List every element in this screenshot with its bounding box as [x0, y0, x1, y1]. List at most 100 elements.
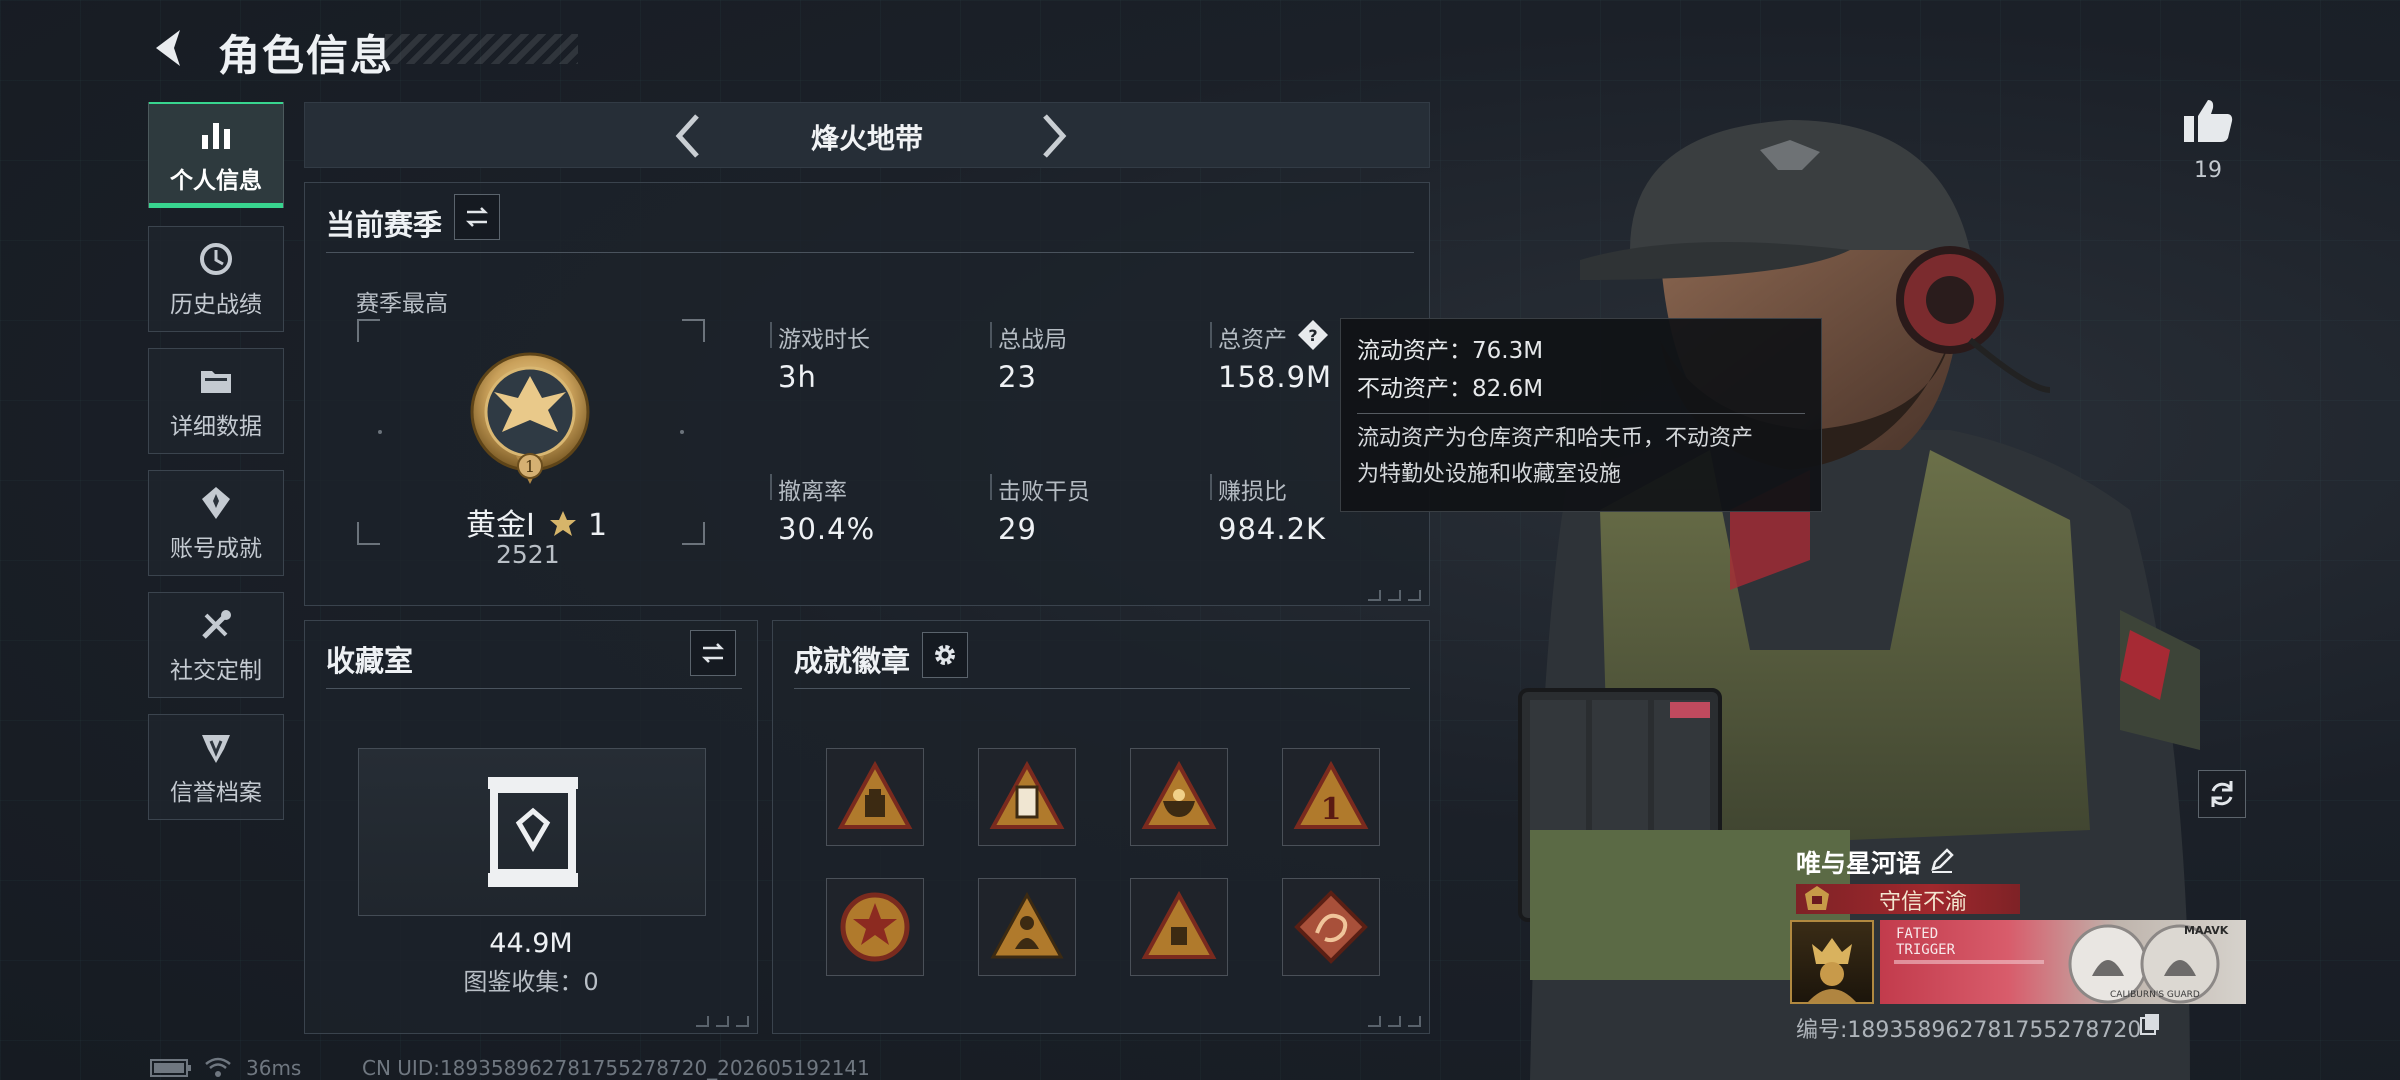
badge-slot-2[interactable]	[978, 748, 1076, 846]
divider	[326, 688, 742, 689]
nav-item-label: 账号成就	[170, 536, 262, 562]
badge-cube-icon	[1141, 890, 1217, 959]
stat-label-kills: 击败干员	[998, 479, 1090, 505]
tools-icon	[202, 610, 231, 639]
back-button[interactable]	[148, 24, 192, 72]
question-icon: ?	[1298, 320, 1328, 350]
card-label-line2: TRIGGER	[1896, 942, 1956, 958]
copy-id-button[interactable]	[2138, 1012, 2162, 1036]
display-case-icon	[488, 777, 578, 887]
badge-bowl-icon	[1141, 760, 1217, 829]
edit-name-button[interactable]	[1928, 846, 1956, 874]
badge-slot-4[interactable]: 1	[1282, 748, 1380, 846]
player-name: 唯与星河语	[1796, 849, 1922, 878]
svg-text:1: 1	[1321, 792, 1342, 827]
like-count: 19	[2194, 158, 2222, 183]
nav-item-label: 历史战绩	[170, 292, 262, 318]
nav-item-detailed-data[interactable]: 详细数据	[148, 348, 284, 454]
stat-marker	[990, 474, 992, 500]
badge-slot-7[interactable]	[1130, 878, 1228, 976]
badge-slot-3[interactable]	[1130, 748, 1228, 846]
nav-item-personal-info[interactable]: 个人信息	[148, 102, 284, 208]
card-label-caption: CALIBURN'S GUARD	[2110, 990, 2200, 1000]
refresh-icon	[2211, 781, 2233, 807]
badge-star-shield-icon	[840, 892, 910, 962]
thumbs-up-icon	[2184, 100, 2233, 142]
nav-item-reputation[interactable]: 信誉档案	[148, 714, 284, 820]
stat-marker	[770, 322, 772, 348]
season-title: 当前赛季	[326, 208, 443, 242]
stat-value-profit-ratio: 984.2K	[1218, 512, 1327, 546]
divider	[326, 252, 1414, 253]
pencil-icon	[1931, 848, 1954, 873]
swap-icon	[465, 207, 489, 227]
badge-slot-6[interactable]	[978, 878, 1076, 976]
stat-marker	[770, 474, 772, 500]
stat-value-kills: 29	[998, 512, 1037, 546]
stat-label-matches: 总战局	[998, 327, 1067, 353]
badge-dragon-icon	[1294, 890, 1368, 964]
player-title: 守信不渝	[1878, 890, 1967, 915]
page-title: 角色信息	[218, 31, 395, 80]
badges-settings-button[interactable]	[922, 632, 968, 678]
achievement-icon	[202, 487, 230, 519]
folder-icon	[201, 371, 231, 393]
card-label-brand: MAAVK	[2184, 924, 2229, 937]
chevron-right-icon	[1043, 114, 1067, 158]
card-avatar-frame	[1790, 920, 1874, 1004]
season-best-label: 赛季最高	[356, 291, 448, 317]
rank-level-numeral: 1	[525, 457, 535, 476]
refresh-button[interactable]	[2198, 770, 2246, 818]
tooltip-desc-line2: 为特勤处设施和收藏室设施	[1357, 462, 1622, 487]
battery-icon	[150, 1059, 191, 1077]
stat-marker	[1210, 474, 1212, 500]
stat-value-matches: 23	[998, 360, 1037, 394]
assets-tooltip: 流动资产：76.3M 不动资产：82.6M 流动资产为仓库资产和哈夫币，不动资产…	[1340, 318, 1822, 512]
nav-item-label: 社交定制	[170, 658, 262, 684]
tooltip-liquid-assets: 流动资产：76.3M	[1357, 338, 1544, 364]
copy-icon	[2140, 1014, 2159, 1035]
gear-icon	[935, 645, 955, 665]
rank-name-text: 黄金Ⅰ	[466, 508, 535, 543]
rank-emblem-icon: 1	[470, 352, 590, 484]
corner-decor	[1368, 590, 1421, 601]
swap-icon	[701, 643, 725, 663]
nav-item-history[interactable]: 历史战绩	[148, 226, 284, 332]
vault-preview[interactable]	[358, 748, 706, 916]
uid-text: CN UID:1893589627817552787​20_2026051921…	[362, 1056, 870, 1080]
mode-name: 烽火地带	[810, 122, 923, 155]
collection-switch-button[interactable]	[690, 630, 736, 676]
wifi-icon	[205, 1057, 231, 1077]
rank-name: 黄金Ⅰ 1	[466, 500, 607, 544]
rank-stars: 1	[587, 508, 608, 543]
crowned-figure-icon	[1808, 938, 1856, 1002]
divider	[794, 688, 1410, 689]
nav-item-social-custom[interactable]: 社交定制	[148, 592, 284, 698]
rank-score: 2521	[496, 540, 560, 569]
reputation-icon	[202, 735, 230, 763]
badge-trophy-icon	[989, 760, 1065, 829]
stat-label-playtime: 游戏时长	[778, 327, 870, 353]
badge-slot-8[interactable]	[1282, 878, 1380, 976]
nav-item-label: 信誉档案	[170, 780, 262, 806]
season-switch-button[interactable]	[454, 194, 500, 240]
stat-value-assets: 158.9M	[1218, 360, 1333, 394]
stat-label-extraction-rate: 撤离率	[778, 479, 847, 505]
nav-item-label: 详细数据	[170, 414, 262, 440]
assets-help-button[interactable]: ?	[1296, 318, 1330, 352]
mode-selector: 烽火地带	[304, 102, 1430, 168]
back-arrow-icon	[156, 30, 180, 66]
like-button[interactable]	[2180, 96, 2236, 150]
badge-figure-icon	[990, 891, 1064, 959]
badge-slot-1[interactable]	[826, 748, 924, 846]
corner-decor	[696, 1016, 749, 1027]
svg-text:?: ?	[1308, 326, 1317, 345]
title-decor-stripe	[385, 34, 578, 64]
badge-slot-5[interactable]	[826, 878, 924, 976]
nav-item-achievements[interactable]: 账号成就	[148, 470, 284, 576]
stat-marker	[1210, 322, 1212, 348]
stat-value-extraction-rate: 30.4%	[778, 512, 876, 546]
card-label-line1: FATED	[1896, 926, 1939, 942]
star-icon	[550, 511, 577, 536]
mode-next-button[interactable]	[1031, 108, 1077, 164]
